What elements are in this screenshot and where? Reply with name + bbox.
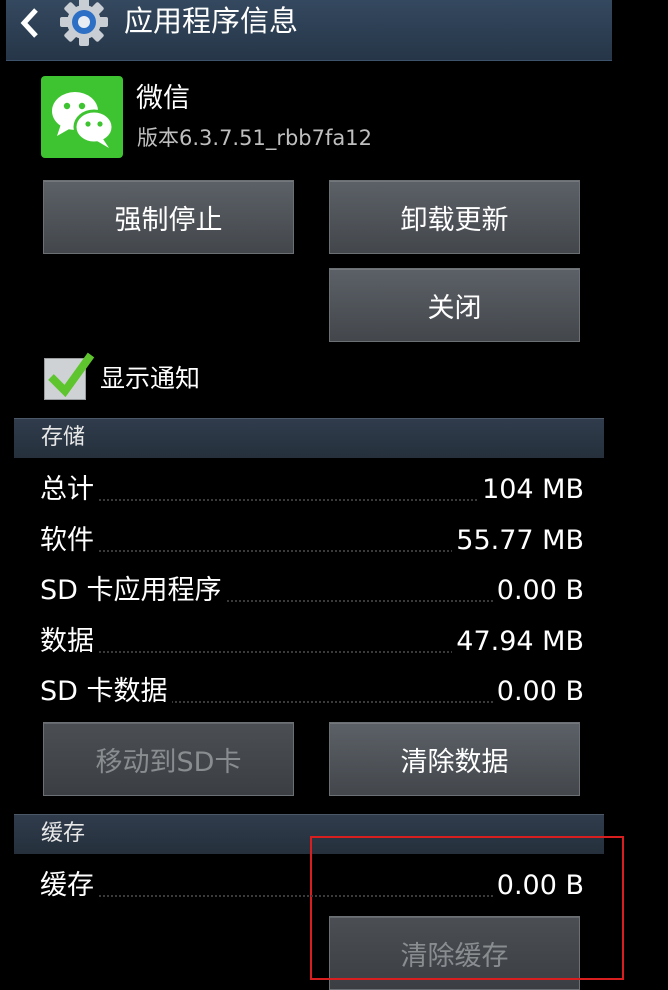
settings-gear-icon[interactable] [56,0,112,48]
clear-data-button[interactable]: 清除数据 [329,722,580,796]
row-label: 软件 [40,521,98,561]
back-arrow-icon[interactable] [16,6,44,40]
app-version: 版本6.3.7.51_rbb7fa12 [137,126,372,150]
row-label: 缓存 [40,866,98,906]
row-label: SD 卡数据 [40,672,172,712]
storage-section-header: 存储 [14,418,604,458]
storage-row-sd-data: SD 卡数据 0.00 B [40,672,584,712]
row-value: 47.94 MB [452,622,584,662]
row-label: 数据 [40,622,98,662]
row-value: 0.00 B [492,571,584,611]
highlight-box [310,836,624,980]
move-to-sd-button[interactable]: 移动到SD卡 [43,722,294,796]
page-title: 应用程序信息 [124,4,299,38]
row-value: 104 MB [478,470,584,510]
row-value: 55.77 MB [452,521,584,561]
storage-row-sd-app: SD 卡应用程序 0.00 B [40,571,584,611]
storage-row-total: 总计 104 MB [40,470,584,510]
storage-row-data: 数据 47.94 MB [40,622,584,662]
row-label: 总计 [40,470,98,510]
row-label: SD 卡应用程序 [40,571,226,611]
show-notifications-label: 显示通知 [100,364,201,393]
close-button[interactable]: 关闭 [329,268,580,342]
uninstall-updates-button[interactable]: 卸载更新 [329,180,580,254]
row-value: 0.00 B [492,672,584,712]
app-name: 微信 [136,83,190,114]
checkmark-icon [48,352,95,398]
force-stop-button[interactable]: 强制停止 [43,180,294,254]
wechat-app-icon [41,76,123,158]
cache-section-title: 缓存 [41,821,86,846]
show-notifications-checkbox[interactable] [44,352,95,400]
storage-section-title: 存储 [41,425,86,450]
row-value: 0.00 B [492,866,584,906]
storage-row-software: 软件 55.77 MB [40,521,584,561]
